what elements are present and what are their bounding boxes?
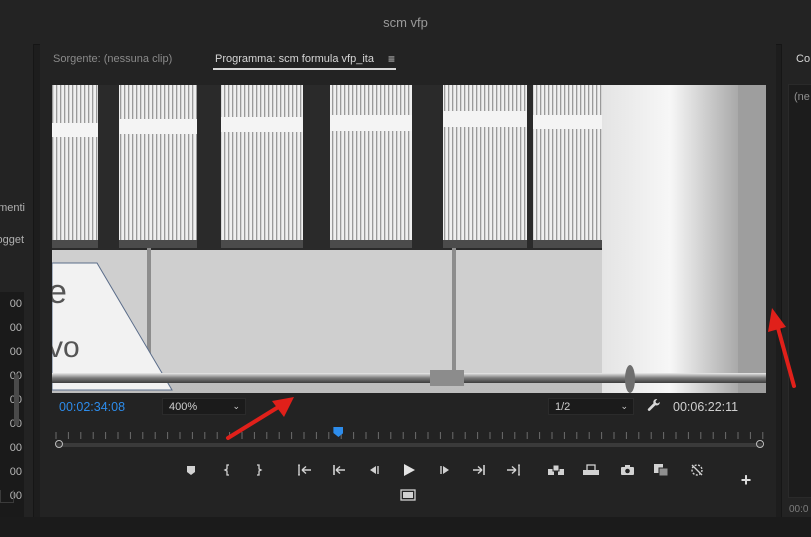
step-to-in-button[interactable] [328, 460, 350, 480]
chevron-down-icon: ⌄ [620, 401, 628, 411]
safe-margins-icon [400, 489, 416, 501]
right-panel-partial: Co (ne 00:0 [781, 44, 811, 517]
item-list: 00 00 00 00 00 00 00 00 00 [0, 292, 24, 517]
go-to-out-point-button[interactable] [468, 460, 490, 480]
title-bar: scm vfp [0, 0, 811, 45]
comparison-view-icon [654, 464, 669, 477]
zoom-value: 400% [169, 401, 198, 413]
right-panel-content [788, 84, 811, 498]
overwrite-icon [583, 464, 599, 475]
add-marker-icon [187, 465, 195, 475]
step-back-button[interactable] [363, 460, 385, 480]
time-ruler[interactable] [52, 427, 766, 439]
overlay-text-e: e [52, 273, 67, 311]
add-marker-button[interactable] [180, 460, 202, 480]
window-title: scm vfp [383, 15, 428, 30]
insert-icon [548, 464, 564, 475]
comparison-view-button[interactable] [650, 460, 672, 480]
go-to-in-point-icon [333, 465, 345, 475]
list-item[interactable]: 00 [10, 442, 22, 454]
go-to-out-icon [507, 464, 520, 476]
mark-out-button[interactable] [248, 460, 270, 480]
play-icon [403, 464, 415, 476]
tab-program[interactable]: Programma: scm formula vfp_ita [213, 53, 396, 70]
play-button[interactable] [398, 460, 420, 480]
current-timecode[interactable]: 00:02:34:08 [59, 400, 125, 414]
mark-in-button[interactable] [216, 460, 238, 480]
step-forward-button[interactable] [434, 460, 456, 480]
export-frame-button[interactable] [616, 460, 638, 480]
playback-timebar[interactable] [56, 443, 762, 447]
panel-label-elementi: menti [0, 202, 25, 214]
multicam-icon [691, 464, 703, 476]
multicam-button[interactable] [686, 460, 708, 480]
annotation-arrow [226, 397, 294, 440]
overwrite-button[interactable] [580, 460, 602, 480]
camera-icon [620, 465, 634, 475]
go-to-in-button[interactable] [294, 460, 316, 480]
trash-icon[interactable] [0, 490, 14, 503]
timebar-start-handle[interactable] [55, 440, 63, 448]
insert-button[interactable] [545, 460, 567, 480]
list-item[interactable]: 00 [10, 466, 22, 478]
safe-margins-button[interactable] [397, 485, 419, 505]
list-item[interactable]: 00 [10, 322, 22, 334]
duration-timecode: 00:06:22:11 [673, 400, 739, 414]
tab-source[interactable]: Sorgente: (nessuna clip) [53, 53, 172, 65]
program-monitor-panel: Sorgente: (nessuna clip) Programma: scm … [40, 44, 776, 517]
project-panel-partial: menti ogget 00 00 00 00 00 00 00 00 00 [0, 44, 34, 517]
tab-right-panel[interactable]: Co [796, 53, 810, 65]
go-to-in-icon [298, 464, 311, 476]
resolution-select[interactable]: 1/2 ⌄ [548, 398, 634, 415]
panel-menu-icon[interactable]: ≡ [388, 52, 395, 66]
timebar-end-handle[interactable] [756, 440, 764, 448]
resolution-value: 1/2 [555, 401, 571, 413]
right-panel-timecode: 00:0 [789, 504, 809, 515]
mark-in-icon [223, 464, 229, 476]
panel-label-oggetti: ogget [0, 234, 24, 246]
step-forward-icon [440, 466, 449, 474]
list-scrollbar[interactable] [14, 374, 19, 426]
wrench-icon[interactable] [647, 398, 661, 412]
overlay-text-vo: vo [52, 331, 80, 364]
bottom-bar [0, 517, 811, 537]
mark-out-icon [257, 464, 263, 476]
go-to-out-button[interactable] [502, 460, 524, 480]
video-preview: e vo [52, 85, 766, 393]
video-frame-image: e vo [52, 85, 766, 393]
go-to-out-point-icon [473, 465, 485, 475]
annotation-arrow [768, 308, 796, 388]
button-editor-add-button[interactable]: + [738, 471, 754, 489]
list-item[interactable]: 00 [10, 346, 22, 358]
right-panel-text: (ne [794, 91, 810, 103]
step-back-icon [370, 466, 379, 474]
list-item[interactable]: 00 [10, 298, 22, 310]
